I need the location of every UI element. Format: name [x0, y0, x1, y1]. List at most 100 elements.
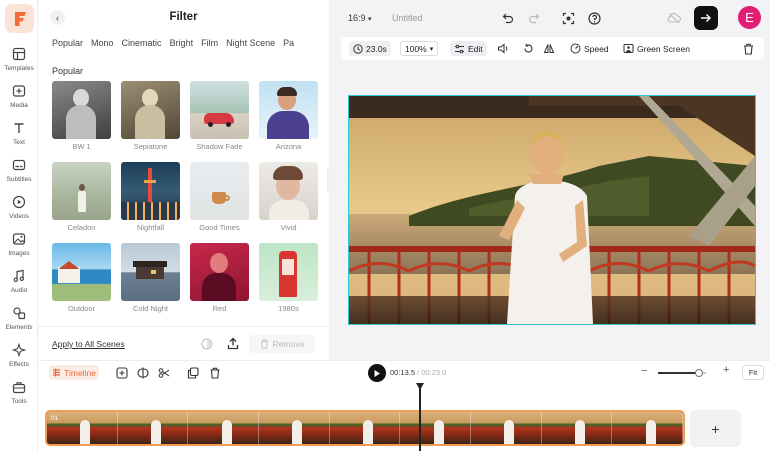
rail-label: Templates [4, 65, 34, 72]
help-icon[interactable] [587, 11, 601, 25]
rail-item-images[interactable]: Images [0, 231, 38, 265]
clip-frame [541, 412, 613, 444]
rail-item-text[interactable]: Text [0, 120, 38, 154]
filter-thumbnail [259, 81, 318, 139]
undo-icon[interactable] [501, 11, 515, 25]
rail-item-subtitles[interactable]: Subtitles [0, 157, 38, 191]
playhead[interactable] [419, 383, 421, 451]
filter-tile-nightfall[interactable]: Nightfall [121, 162, 180, 232]
video-clip[interactable]: 01 [45, 410, 685, 446]
scissors-icon[interactable] [158, 367, 170, 379]
filter-thumbnail [190, 243, 249, 301]
tools-icon [11, 379, 27, 395]
add-scene-button[interactable]: + [690, 410, 741, 447]
green-screen-label: Green Screen [637, 43, 690, 54]
filter-thumbnail [259, 162, 318, 220]
filter-tile-sepiatone[interactable]: Sepiatone [121, 81, 180, 151]
redo-icon[interactable] [527, 11, 541, 25]
rail-item-templates[interactable]: Templates [0, 46, 38, 80]
playhead-handle[interactable] [416, 383, 424, 390]
workspace: 16:9 ▾ Untitled E 23.0s 100% ▾ Edit Speed [329, 0, 770, 360]
videos-icon [11, 194, 27, 210]
edit-button[interactable]: Edit [450, 41, 487, 56]
flip-icon[interactable] [543, 41, 555, 56]
green-screen-button[interactable]: Green Screen [623, 41, 690, 56]
duration-control[interactable]: 23.0s [349, 41, 391, 56]
filter-tile-cold-night[interactable]: Cold Night [121, 243, 180, 313]
split-icon[interactable] [137, 367, 149, 379]
play-button[interactable] [368, 364, 386, 382]
rail-item-tools[interactable]: Tools [0, 379, 38, 413]
aspect-ratio-select[interactable]: 16:9 ▾ [348, 13, 372, 23]
tab-cinematic[interactable]: Cinematic [122, 38, 162, 48]
rail-label: Elements [5, 324, 33, 331]
timeline-button[interactable]: Timeline [49, 365, 99, 380]
zoom-out-button[interactable]: − [641, 365, 647, 377]
zoom-slider-fill [658, 372, 700, 374]
tab-night-scene[interactable]: Night Scene [226, 38, 275, 48]
filter-tile-bw1[interactable]: BW 1 [52, 81, 111, 151]
filter-tile-shadow-fade[interactable]: Shadow Fade [190, 81, 249, 151]
effects-icon [11, 342, 27, 358]
rail-label: Text [13, 139, 25, 146]
timecode: 00:13.5 / 00:23.0 [390, 368, 446, 377]
images-icon [11, 231, 27, 247]
filter-panel: ‹ Filter Popular Mono Cinematic Bright Film N… [39, 0, 328, 360]
tab-bright[interactable]: Bright [170, 38, 194, 48]
tab-popular[interactable]: Popular [52, 38, 83, 48]
document-title[interactable]: Untitled [392, 13, 423, 23]
apply-to-all-scenes-link[interactable]: Apply to All Scenes [52, 339, 125, 349]
filter-name: Arizona [275, 142, 302, 151]
timeline-zoom-slider[interactable] [658, 369, 706, 377]
fit-button[interactable]: Fit [742, 365, 764, 380]
rail-item-elements[interactable]: Elements [0, 305, 38, 339]
rotate-icon[interactable] [523, 41, 534, 56]
filter-tile-vivid[interactable]: Vivid [259, 162, 318, 232]
rail-item-audio[interactable]: Audio [0, 268, 38, 302]
filter-thumbnail [190, 162, 249, 220]
remove-button[interactable]: Remove [249, 335, 315, 353]
chevron-down-icon: ▾ [368, 16, 372, 23]
edit-label: Edit [468, 43, 483, 54]
clip-frame-figure [363, 420, 374, 444]
rail-item-effects[interactable]: Effects [0, 342, 38, 376]
filter-tile-celadon[interactable]: Celadon [52, 162, 111, 232]
timeline-label: Timeline [64, 367, 96, 378]
add-clip-icon[interactable] [116, 367, 128, 379]
compare-icon[interactable] [201, 338, 213, 350]
delete-icon[interactable] [743, 41, 754, 56]
speed-button[interactable]: Speed [570, 41, 609, 56]
audio-icon [11, 268, 27, 284]
filter-tile-red[interactable]: Red [190, 243, 249, 313]
trash-icon [260, 339, 268, 349]
app-logo[interactable] [5, 4, 34, 33]
filter-name: BW 1 [72, 142, 91, 151]
zoom-in-button[interactable]: + [723, 364, 729, 376]
zoom-slider-handle[interactable] [695, 369, 704, 377]
zoom-select[interactable]: 100% ▾ [400, 41, 439, 56]
filter-tile-outdoor[interactable]: Outdoor [52, 243, 111, 313]
rail-item-videos[interactable]: Videos [0, 194, 38, 228]
tab-partial[interactable]: Pa [283, 38, 294, 48]
duplicate-icon[interactable] [187, 367, 199, 379]
screen-record-icon[interactable] [561, 11, 575, 25]
video-canvas[interactable] [348, 95, 756, 325]
trash-icon[interactable] [209, 367, 221, 379]
scene-toolbar: 23.0s 100% ▾ Edit Speed Green Screen [341, 37, 764, 60]
cloud-sync-icon[interactable] [667, 11, 681, 25]
rail-item-media[interactable]: Media [0, 83, 38, 117]
tab-mono[interactable]: Mono [91, 38, 114, 48]
volume-icon[interactable] [497, 41, 509, 56]
filter-tile-arizona[interactable]: Arizona [259, 81, 318, 151]
user-avatar[interactable]: E [738, 6, 761, 29]
filter-thumbnail [259, 243, 318, 301]
filter-tile-1980s[interactable]: 1980s [259, 243, 318, 313]
play-icon [374, 369, 380, 377]
clip-frame [471, 412, 542, 444]
tab-film[interactable]: Film [201, 38, 218, 48]
upload-icon[interactable] [227, 337, 239, 350]
timeline-panel: Timeline 00:13.5 / 00:23.0 − + Fit 01 + [39, 360, 770, 451]
speed-label: Speed [584, 43, 609, 54]
export-button[interactable] [694, 6, 718, 30]
filter-tile-good-times[interactable]: Good Times [190, 162, 249, 232]
